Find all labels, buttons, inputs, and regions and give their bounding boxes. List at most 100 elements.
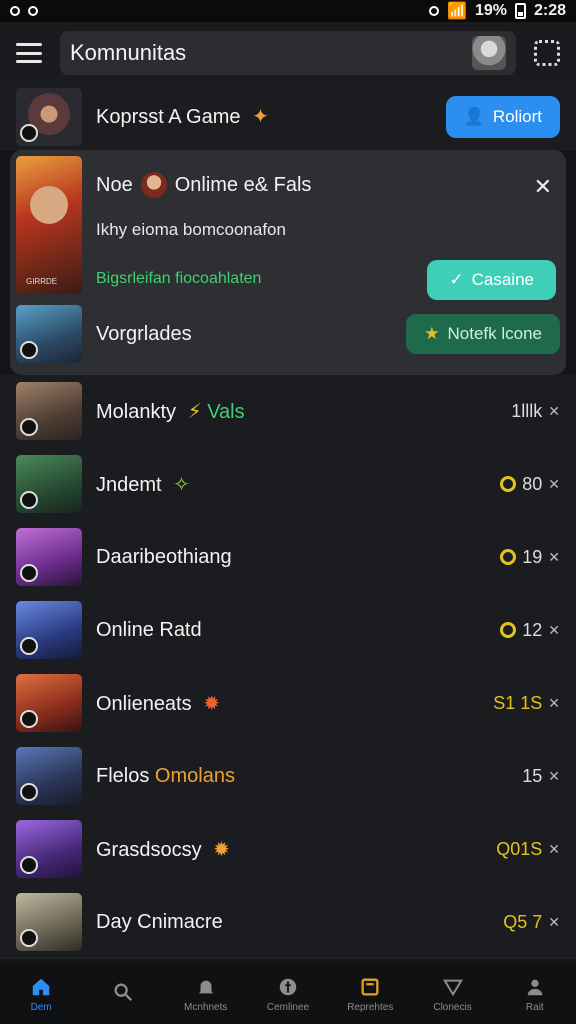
search-icon (114, 983, 133, 1002)
user-avatar (140, 172, 167, 198)
battery-percent: 19% (474, 2, 507, 19)
game-badge-icon (20, 856, 38, 874)
game-thumbnail (16, 674, 82, 732)
player-count: 19 (522, 546, 543, 567)
player-count: 80 (522, 473, 543, 494)
card-sub-item[interactable]: Vorgrlades ★ Notefk lcone (16, 301, 560, 367)
profile-avatar[interactable] (472, 36, 506, 70)
chevron-icon: ✕ (548, 402, 560, 419)
player-count: 1lllk (511, 400, 543, 421)
game-badge-icon (20, 564, 38, 582)
notify-button[interactable]: ★ Notefk lcone (406, 314, 560, 354)
nav-profile[interactable]: Rait (494, 964, 576, 1024)
bell-icon (198, 980, 214, 993)
bolt-icon: ⚡ (187, 400, 202, 423)
menu-icon[interactable] (16, 43, 42, 63)
nav-reports[interactable]: Reprehtes (329, 964, 411, 1024)
sparkle-icon: ✧ (173, 473, 190, 496)
player-count: 12 (522, 619, 543, 640)
game-name: Daaribeothiang (96, 545, 232, 568)
nav-search[interactable] (82, 964, 164, 1024)
person-icon: 👤 (463, 106, 485, 126)
game-thumbnail (16, 455, 82, 513)
game-tag: Vals (207, 400, 245, 423)
game-thumbnail (16, 305, 82, 363)
continue-button[interactable]: ✓ Casaine (427, 260, 556, 300)
clock: 2:28 (533, 2, 566, 19)
game-thumbnail (16, 747, 82, 805)
check-icon: ✓ (449, 270, 464, 289)
game-badge-icon (20, 929, 38, 947)
game-name: Jndemt (96, 473, 162, 496)
game-name: Flelos (96, 764, 150, 787)
list-item[interactable]: Koprsst A Game ✦ 👤 Roliort (0, 84, 576, 150)
game-name: Grasdsocsy (96, 838, 202, 861)
game-badge-icon (20, 418, 38, 436)
nav-notifications[interactable]: Mcnhnets (165, 964, 247, 1024)
card-description: Ikhy eioma bomcoonafon (96, 220, 286, 239)
community-list: Koprsst A Game ✦ 👤 Roliort GIRRDE Noe On… (0, 84, 576, 959)
game-badge-icon (20, 783, 38, 801)
nav-channels[interactable]: Clonecis (411, 964, 493, 1024)
game-badge-icon (20, 491, 38, 509)
compass-icon (279, 978, 297, 995)
app-bar: Komnunitas (0, 22, 576, 84)
wifi-icon: 📶 (447, 3, 467, 20)
expanded-card[interactable]: GIRRDE Noe Onlime e& Fals Ikhy eioma bom… (10, 150, 566, 375)
game-thumbnail (16, 87, 82, 146)
player-count: 15 (522, 765, 543, 786)
coin-icon (500, 622, 517, 638)
player-count: Q5 7 (503, 911, 543, 932)
chevron-icon: ✕ (548, 913, 560, 930)
game-name: Online Ratd (96, 618, 202, 641)
list-item[interactable]: Online Ratd 12 ✕ (0, 594, 576, 667)
list-item[interactable]: Day Cnimacre Q5 7 ✕ (0, 886, 576, 959)
star-icon: ✦ (252, 106, 269, 128)
person-icon (527, 979, 543, 995)
chevron-icon: ✕ (548, 621, 560, 638)
close-icon[interactable]: ✕ (534, 174, 552, 200)
chevron-icon: ✕ (548, 475, 560, 492)
bottom-navigation: Dem Mcnhnets Cemlinee Reprehtes Clonecis… (0, 964, 576, 1024)
chevron-icon: ✕ (548, 694, 560, 711)
game-badge-icon (20, 710, 38, 728)
game-name: Molankty (96, 400, 177, 423)
game-badge-icon (20, 341, 38, 359)
list-item[interactable]: Daaribeothiang 19 ✕ (0, 521, 576, 594)
card-title: Noe Onlime e& Fals (96, 172, 560, 198)
notification-icon (28, 6, 38, 16)
game-thumbnail (16, 893, 82, 951)
search-bar[interactable]: Komnunitas (60, 31, 516, 75)
list-item[interactable]: Flelos Omolans 15 ✕ (0, 740, 576, 813)
location-icon (10, 6, 20, 16)
list-item[interactable]: Grasdsocsy ✹ Q01S ✕ (0, 813, 576, 886)
nav-explore[interactable]: Cemlinee (247, 964, 329, 1024)
page-title: Komnunitas (70, 40, 187, 65)
list-item[interactable]: Jndemt ✧ 80 ✕ (0, 448, 576, 521)
settings-icon[interactable] (534, 40, 560, 66)
fire-icon: ✹ (203, 692, 220, 715)
game-thumbnail (16, 820, 82, 878)
triangle-icon (442, 979, 463, 996)
list-item[interactable]: Onlieneats ✹ S1 1S ✕ (0, 667, 576, 740)
list-item[interactable]: Molankty ⚡ Vals 1lllk ✕ (0, 375, 576, 448)
player-count: Q01S (496, 838, 543, 859)
chevron-icon: ✕ (548, 767, 560, 784)
report-button[interactable]: 👤 Roliort (445, 95, 560, 138)
nav-home[interactable]: Dem (0, 964, 82, 1024)
chevron-icon: ✕ (548, 548, 560, 565)
star-icon: ★ (424, 324, 440, 343)
game-name: Koprsst A Game (96, 106, 241, 128)
box-icon (361, 978, 379, 995)
home-icon (32, 978, 50, 995)
game-tag: Omolans (154, 764, 235, 787)
star-icon: ✹ (213, 838, 230, 861)
battery-icon (514, 3, 526, 19)
player-count: S1 1S (493, 692, 543, 713)
game-thumbnail (16, 382, 82, 440)
thumbnail-caption: GIRRDE (26, 277, 58, 286)
card-thumbnail: GIRRDE (16, 156, 82, 294)
status-bar: 📶 19% 2:28 (0, 0, 576, 22)
coin-icon (500, 549, 517, 565)
game-name: Onlieneats (96, 692, 192, 715)
